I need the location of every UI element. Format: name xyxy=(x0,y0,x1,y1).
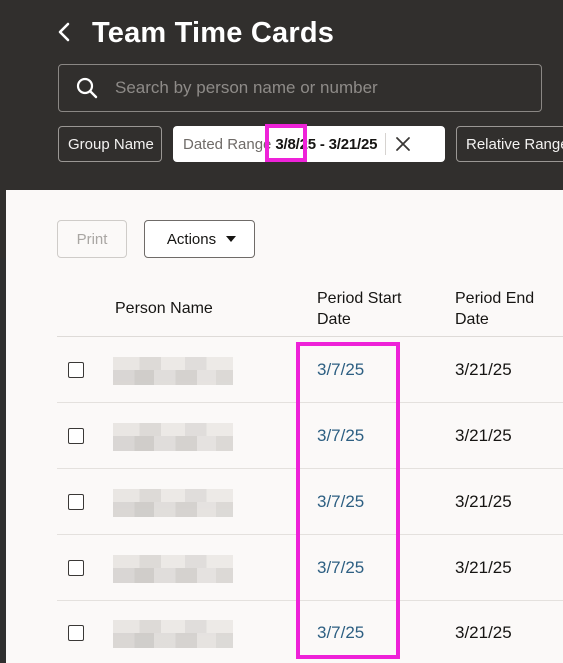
period-end-value: 3/21/25 xyxy=(455,360,512,379)
table-row[interactable]: 3/7/25 3/21/25 xyxy=(57,469,563,535)
redacted-person-name xyxy=(113,555,233,583)
redacted-person-name xyxy=(113,620,233,648)
row-checkbox[interactable] xyxy=(68,494,84,510)
search-icon xyxy=(59,65,115,111)
table-row[interactable]: 3/7/25 3/21/25 xyxy=(57,600,563,663)
period-end-value: 3/21/25 xyxy=(455,426,512,445)
dated-range-label: Dated Range xyxy=(183,135,272,153)
clear-dated-range-button[interactable] xyxy=(386,136,420,152)
column-header-period-start-date[interactable]: Period Start Date xyxy=(317,288,437,330)
period-end-value: 3/21/25 xyxy=(455,558,512,577)
caret-down-icon xyxy=(226,236,237,242)
redacted-person-name xyxy=(113,423,233,451)
dated-range-value: 3/8/25 - 3/21/25 xyxy=(275,135,378,153)
row-checkbox[interactable] xyxy=(68,560,84,576)
search-input[interactable] xyxy=(115,78,541,98)
back-button[interactable] xyxy=(52,18,76,46)
column-header-period-end-date[interactable]: Period End Date xyxy=(455,288,563,330)
period-start-link[interactable]: 3/7/25 xyxy=(317,492,364,512)
period-start-link[interactable]: 3/7/25 xyxy=(317,426,364,446)
row-checkbox[interactable] xyxy=(68,625,84,641)
group-name-filter-chip[interactable]: Group Name xyxy=(58,126,162,162)
period-end-value: 3/21/25 xyxy=(455,492,512,511)
row-checkbox[interactable] xyxy=(68,362,84,378)
page-title: Team Time Cards xyxy=(92,17,335,49)
chevron-left-icon xyxy=(58,22,70,42)
close-icon xyxy=(396,137,411,151)
period-start-link[interactable]: 3/7/25 xyxy=(317,623,364,643)
period-end-value: 3/21/25 xyxy=(455,623,512,642)
period-start-link[interactable]: 3/7/25 xyxy=(317,558,364,578)
relative-range-label: Relative Range xyxy=(466,135,563,153)
column-header-person-name[interactable]: Person Name xyxy=(115,298,213,319)
print-button[interactable]: Print xyxy=(57,220,127,258)
group-name-label: Group Name xyxy=(68,135,154,153)
relative-range-filter-chip[interactable]: Relative Range xyxy=(456,126,563,162)
table-row[interactable]: 3/7/25 3/21/25 xyxy=(57,535,563,601)
redacted-person-name xyxy=(113,357,233,385)
dated-range-filter-chip[interactable]: Dated Range 3/8/25 - 3/21/25 xyxy=(173,126,445,162)
actions-button[interactable]: Actions xyxy=(144,220,255,258)
table-row[interactable]: 3/7/25 3/21/25 xyxy=(57,337,563,403)
redacted-person-name xyxy=(113,489,233,517)
row-checkbox[interactable] xyxy=(68,428,84,444)
print-label: Print xyxy=(76,230,108,248)
period-start-link[interactable]: 3/7/25 xyxy=(317,360,364,380)
table-row[interactable]: 3/7/25 3/21/25 xyxy=(57,403,563,469)
search-box[interactable] xyxy=(58,64,542,112)
actions-label: Actions xyxy=(166,230,217,248)
